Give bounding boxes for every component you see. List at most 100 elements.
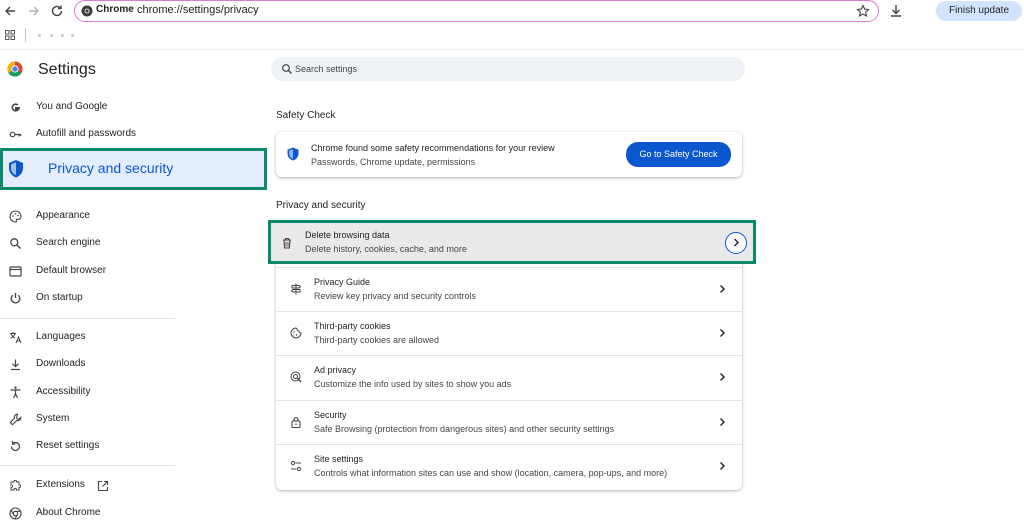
- translate-icon: [9, 331, 22, 344]
- row-title: Delete browsing data: [305, 230, 390, 240]
- row-subtitle: Customize the info used by sites to show…: [314, 379, 512, 389]
- download-icon: [9, 358, 22, 371]
- address-bar[interactable]: Chrome chrome://settings/privacy: [74, 0, 879, 22]
- section-title-safety-check: Safety Check: [276, 110, 336, 121]
- sidebar-item-extensions[interactable]: Extensions: [0, 474, 95, 498]
- row-subtitle: Third-party cookies are allowed: [314, 335, 440, 345]
- download-icon[interactable]: [888, 3, 904, 19]
- chevron-right-icon: [734, 238, 739, 247]
- accessibility-icon: [9, 386, 22, 399]
- bookmark-placeholder: [38, 34, 41, 37]
- sidebar-item-label: Default browser: [36, 265, 107, 276]
- shield-icon: [8, 159, 24, 178]
- apps-grid-icon[interactable]: [5, 30, 15, 40]
- sidebar-item-label: System: [36, 413, 70, 424]
- bookmarks-bar: [0, 26, 1024, 44]
- sidebar-item-label: Reset settings: [36, 440, 100, 451]
- palette-icon: [9, 210, 22, 223]
- sidebar-item-label: Privacy and security: [48, 160, 174, 176]
- row-subtitle: Controls what information sites can use …: [314, 468, 668, 478]
- key-icon: [9, 128, 22, 141]
- trash-icon: [281, 237, 293, 249]
- safety-check-title: Chrome found some safety recommendations…: [311, 143, 555, 153]
- row-title: Ad privacy: [314, 365, 357, 375]
- sidebar-item-about-chrome[interactable]: About Chrome: [0, 502, 260, 526]
- ad-privacy-row[interactable]: Ad privacy Customize the info used by si…: [276, 355, 742, 399]
- row-subtitle: Safe Browsing (protection from dangerous…: [314, 424, 615, 434]
- sidebar-item-privacy-and-security[interactable]: Privacy and security: [0, 148, 267, 190]
- bookmark-placeholder: [61, 34, 64, 37]
- bookmark-star-icon[interactable]: [856, 4, 870, 18]
- cookie-icon: [290, 327, 302, 339]
- signpost-icon: [290, 283, 302, 295]
- sidebar-item-appearance[interactable]: Appearance: [0, 205, 260, 229]
- safety-check-card: Chrome found some safety recommendations…: [276, 132, 742, 177]
- third-party-cookies-row[interactable]: Third-party cookies Third-party cookies …: [276, 311, 742, 355]
- delete-browsing-data-arrow-button[interactable]: [725, 232, 747, 254]
- omnibox-chip-label: Chrome: [96, 4, 134, 15]
- chevron-right-icon: [717, 284, 727, 294]
- section-title-privacy-and-security: Privacy and security: [276, 200, 366, 211]
- tune-icon: [290, 460, 302, 472]
- chevron-right-icon: [717, 461, 727, 471]
- sidebar-item-label: You and Google: [36, 101, 108, 112]
- sidebar-item-on-startup[interactable]: On startup: [0, 287, 260, 311]
- sidebar-item-downloads[interactable]: Downloads: [0, 353, 260, 377]
- open-in-new-icon[interactable]: [97, 480, 109, 492]
- sidebar-item-you-and-google[interactable]: You and Google: [0, 96, 260, 120]
- wrench-icon: [9, 413, 22, 426]
- browser-window-icon: [9, 265, 22, 278]
- go-to-safety-check-button[interactable]: Go to Safety Check: [626, 142, 731, 167]
- site-settings-row[interactable]: Site settings Controls what information …: [276, 444, 742, 488]
- reset-icon: [9, 440, 22, 453]
- bookmark-placeholder: [71, 34, 74, 37]
- safety-check-subtitle: Passwords, Chrome update, permissions: [311, 157, 476, 167]
- row-title: Site settings: [314, 454, 364, 464]
- browser-toolbar: Chrome chrome://settings/privacy Finish …: [0, 0, 1024, 22]
- back-arrow-icon[interactable]: [2, 3, 18, 19]
- row-title: Third-party cookies: [314, 321, 391, 331]
- row-title: Security: [314, 410, 347, 420]
- lock-icon: [290, 416, 302, 428]
- finish-update-button[interactable]: Finish update: [936, 1, 1022, 21]
- chevron-right-icon: [717, 372, 727, 382]
- sidebar-item-autofill[interactable]: Autofill and passwords: [0, 123, 260, 147]
- sidebar-item-label: Extensions: [36, 479, 85, 490]
- reload-icon[interactable]: [49, 3, 65, 19]
- search-input[interactable]: [295, 59, 725, 79]
- search-icon: [281, 63, 293, 75]
- chevron-right-icon: [717, 417, 727, 427]
- shield-check-icon: [287, 147, 299, 161]
- power-icon: [9, 292, 22, 305]
- bookmark-placeholder: [50, 34, 53, 37]
- sidebar-item-label: Accessibility: [36, 386, 91, 397]
- sidebar-item-label: Languages: [36, 331, 86, 342]
- row-title: Privacy Guide: [314, 277, 371, 287]
- sidebar-item-label: On startup: [36, 292, 83, 303]
- privacy-settings-card: Privacy Guide Review key privacy and sec…: [276, 225, 742, 490]
- sidebar-item-label: About Chrome: [36, 507, 101, 518]
- sidebar-item-default-browser[interactable]: Default browser: [0, 260, 260, 284]
- forward-arrow-icon[interactable]: [26, 3, 42, 19]
- security-row[interactable]: Security Safe Browsing (protection from …: [276, 400, 742, 444]
- sidebar-item-accessibility[interactable]: Accessibility: [0, 381, 260, 405]
- search-settings-box[interactable]: [271, 57, 745, 81]
- settings-title: Settings: [38, 61, 96, 78]
- sidebar-item-label: Appearance: [36, 210, 90, 221]
- sidebar-item-languages[interactable]: Languages: [0, 326, 260, 350]
- url-text[interactable]: chrome://settings/privacy: [137, 4, 259, 16]
- privacy-guide-row[interactable]: Privacy Guide Review key privacy and sec…: [276, 267, 742, 311]
- sidebar-item-label: Autofill and passwords: [36, 128, 137, 139]
- sidebar-item-reset-settings[interactable]: Reset settings: [0, 435, 260, 459]
- sidebar-divider: [0, 318, 175, 319]
- row-subtitle: Review key privacy and security controls: [314, 291, 477, 301]
- chrome-logo-icon: [9, 507, 22, 520]
- delete-browsing-data-row[interactable]: Delete browsing data Delete history, coo…: [268, 220, 756, 264]
- sidebar-item-search-engine[interactable]: Search engine: [0, 232, 260, 256]
- sidebar-item-label: Downloads: [36, 358, 86, 369]
- search-icon: [9, 237, 22, 250]
- sidebar-divider: [0, 465, 175, 466]
- row-subtitle: Delete history, cookies, cache, and more: [305, 244, 467, 254]
- chevron-right-icon: [717, 328, 727, 338]
- sidebar-item-system[interactable]: System: [0, 408, 260, 432]
